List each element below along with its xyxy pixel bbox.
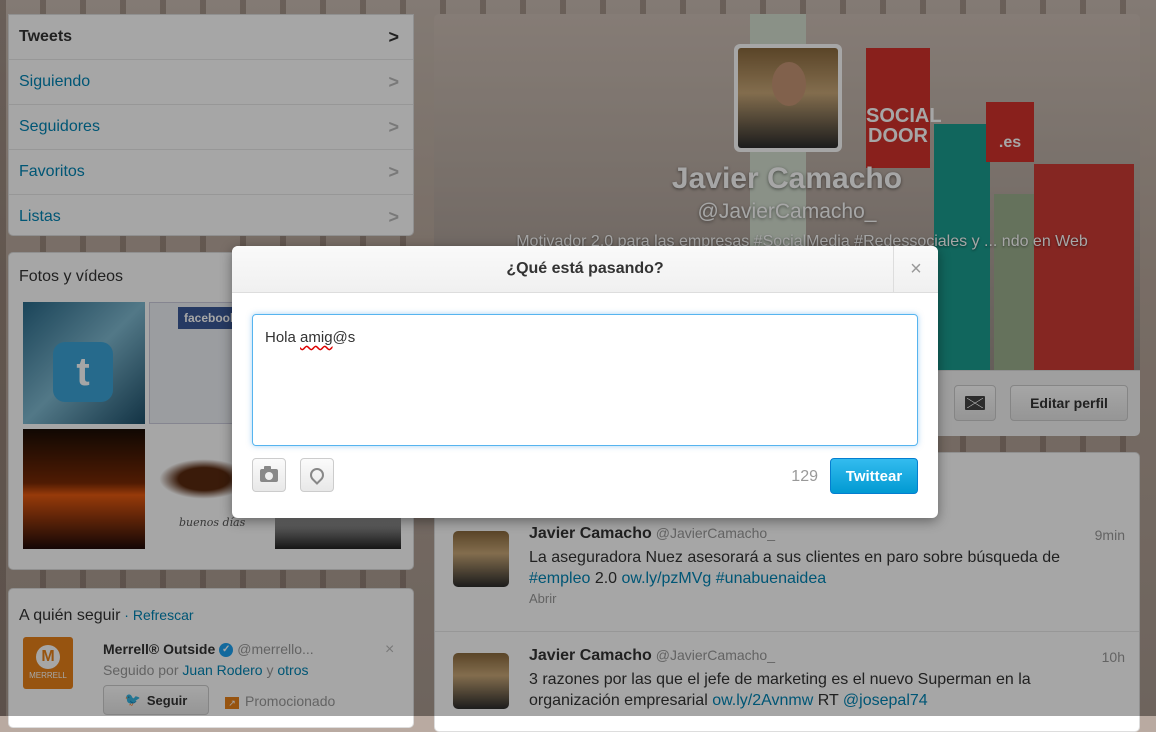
dialog-header: ¿Qué está pasando? ×	[232, 246, 938, 293]
camera-icon	[260, 465, 278, 482]
compose-text-part: Hola	[265, 329, 301, 346]
dialog-title: ¿Qué está pasando?	[506, 260, 664, 277]
location-pin-icon	[307, 465, 327, 485]
compose-tweet-dialog: ¿Qué está pasando? × Hola amig@s 129 Twi…	[232, 246, 938, 518]
compose-text-part: @s	[332, 329, 356, 346]
add-location-button[interactable]	[300, 458, 334, 492]
misspelled-word: amig	[300, 329, 333, 346]
add-photo-button[interactable]	[252, 458, 286, 492]
close-icon[interactable]: ×	[893, 246, 938, 292]
character-counter: 129	[791, 468, 818, 485]
tweet-compose-input[interactable]: Hola amig@s	[252, 314, 918, 446]
tweet-submit-button[interactable]: Twittear	[830, 458, 918, 494]
